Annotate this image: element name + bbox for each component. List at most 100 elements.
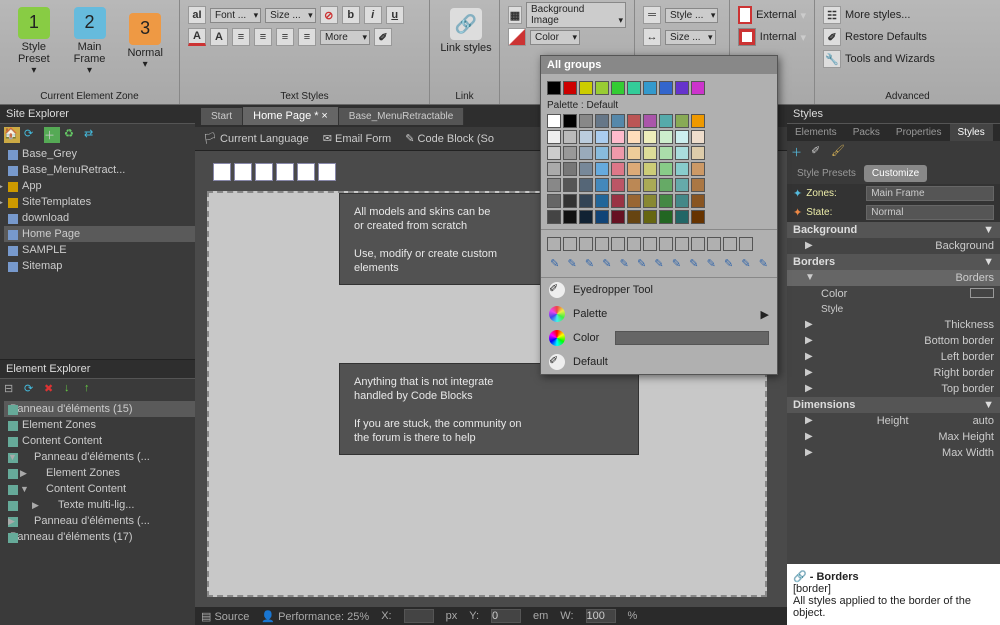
clear-format-icon[interactable]: ⊘: [320, 6, 338, 24]
prop-max-height[interactable]: ▶ Max Height: [787, 429, 1000, 445]
color-swatch[interactable]: [675, 210, 689, 224]
collapse-icon[interactable]: ▼: [983, 399, 994, 411]
color-swatch[interactable]: [579, 114, 593, 128]
color-swatch[interactable]: [627, 237, 641, 251]
color-swatch[interactable]: [611, 178, 625, 192]
color-swatch[interactable]: [659, 114, 673, 128]
prop-borders[interactable]: ▼ Borders: [787, 270, 1000, 286]
handle-icon[interactable]: [318, 163, 336, 181]
size-combo[interactable]: Size ...: [265, 8, 316, 23]
color-swatch[interactable]: [675, 162, 689, 176]
color-swatch[interactable]: [579, 178, 593, 192]
eyedropper-slot-icon[interactable]: ✎: [582, 257, 597, 270]
color-swatch[interactable]: [547, 114, 561, 128]
add-style-icon[interactable]: ＋: [791, 144, 807, 160]
default-button[interactable]: ✐Default: [541, 350, 777, 374]
tree-item[interactable]: ▼Panneau d'éléments (...: [4, 449, 195, 465]
color-swatch[interactable]: [563, 194, 577, 208]
zones-select[interactable]: Main Frame: [866, 186, 994, 201]
collapse-icon[interactable]: ▼: [20, 484, 29, 494]
color-swatch[interactable]: [547, 146, 561, 160]
tree-item[interactable]: Sitemap: [4, 258, 195, 274]
color-swatch[interactable]: [659, 237, 673, 251]
color-swatch[interactable]: [547, 130, 561, 144]
color-swatch[interactable]: [627, 146, 641, 160]
tree-item[interactable]: Element Zones: [4, 417, 195, 433]
color-swatch[interactable]: [675, 194, 689, 208]
color-swatch[interactable]: [547, 237, 561, 251]
color-swatch[interactable]: [563, 178, 577, 192]
tree-item[interactable]: ▶Panneau d'éléments (...: [4, 513, 195, 529]
eyedropper-button[interactable]: ✐Eyedropper Tool: [541, 278, 777, 302]
color-swatch[interactable]: [643, 162, 657, 176]
px-unit[interactable]: px: [446, 610, 458, 622]
color-swatch[interactable]: [627, 81, 641, 95]
eyedropper-slot-icon[interactable]: ✎: [756, 257, 771, 270]
color-swatch[interactable]: [739, 237, 753, 251]
color-swatch[interactable]: [579, 237, 593, 251]
handle-icon[interactable]: [255, 163, 273, 181]
color-swatch[interactable]: [675, 146, 689, 160]
prop-background[interactable]: ▶ Background: [787, 238, 1000, 254]
close-icon[interactable]: ×: [321, 110, 327, 122]
bg-image-combo[interactable]: Background Image: [526, 2, 626, 28]
color-swatch[interactable]: [611, 114, 625, 128]
color-swatch[interactable]: [691, 210, 705, 224]
tree-item[interactable]: Base_MenuRetract...: [4, 162, 195, 178]
eyedropper-slot-icon[interactable]: ✎: [686, 257, 701, 270]
color-swatch[interactable]: [691, 146, 705, 160]
color-swatch[interactable]: [627, 210, 641, 224]
tree-item[interactable]: download: [4, 210, 195, 226]
color-swatch[interactable]: [563, 146, 577, 160]
color-swatch[interactable]: [659, 130, 673, 144]
back-color-icon[interactable]: A: [210, 28, 228, 46]
prop-bottom-border[interactable]: ▶ Bottom border: [787, 333, 1000, 349]
down-icon[interactable]: ↓: [64, 382, 80, 398]
eyedropper-slot-icon[interactable]: ✎: [738, 257, 753, 270]
eyedropper-slot-icon[interactable]: ✎: [669, 257, 684, 270]
up-icon[interactable]: ↑: [84, 382, 100, 398]
color-swatch[interactable]: [595, 162, 609, 176]
color-swatch[interactable]: [691, 130, 705, 144]
color-swatch[interactable]: [547, 162, 561, 176]
color-swatch[interactable]: [675, 237, 689, 251]
justify-icon[interactable]: ≡: [298, 28, 316, 46]
code-block-button[interactable]: ✎ Code Block (So: [405, 132, 494, 145]
color-swatch[interactable]: [563, 210, 577, 224]
color-swatch[interactable]: [611, 194, 625, 208]
color-combo[interactable]: Color: [530, 30, 580, 45]
prop-top-border[interactable]: ▶ Top border: [787, 381, 1000, 397]
handle-icon[interactable]: [234, 163, 252, 181]
color-swatch[interactable]: [675, 114, 689, 128]
expand-icon[interactable]: ▶: [8, 516, 15, 527]
prop-height[interactable]: ▶ Heightauto: [787, 413, 1000, 429]
pct-unit[interactable]: %: [628, 610, 638, 622]
color-swatch[interactable]: [643, 114, 657, 128]
color-swatch[interactable]: [563, 114, 577, 128]
color-swatch[interactable]: [563, 162, 577, 176]
spacing-style-combo[interactable]: Style ...: [665, 8, 718, 23]
color-swatch[interactable]: [691, 81, 705, 95]
color-swatch[interactable]: [970, 288, 994, 298]
color-swatch[interactable]: [675, 81, 689, 95]
collapse-icon[interactable]: ▼: [983, 224, 994, 236]
home-icon[interactable]: 🏠: [4, 127, 20, 143]
color-swatch[interactable]: [643, 146, 657, 160]
color-swatch[interactable]: [691, 194, 705, 208]
eraser-icon[interactable]: ✐: [811, 144, 827, 160]
color-swatch[interactable]: [659, 146, 673, 160]
color-swatch[interactable]: [611, 146, 625, 160]
tree-item[interactable]: SAMPLE: [4, 242, 195, 258]
color-swatch[interactable]: [563, 237, 577, 251]
refresh-icon[interactable]: ⟳: [24, 127, 40, 143]
color-swatch[interactable]: [579, 194, 593, 208]
color-swatch[interactable]: [659, 81, 673, 95]
color-swatch[interactable]: [579, 81, 593, 95]
background-section[interactable]: Background▼: [787, 222, 1000, 238]
tree-item[interactable]: Panneau d'éléments (17): [4, 529, 195, 545]
color-swatch[interactable]: [643, 194, 657, 208]
restore-button[interactable]: Restore Defaults: [845, 31, 927, 43]
dimensions-section[interactable]: Dimensions▼: [787, 397, 1000, 413]
color-swatch[interactable]: [595, 210, 609, 224]
color-swatch[interactable]: [595, 178, 609, 192]
